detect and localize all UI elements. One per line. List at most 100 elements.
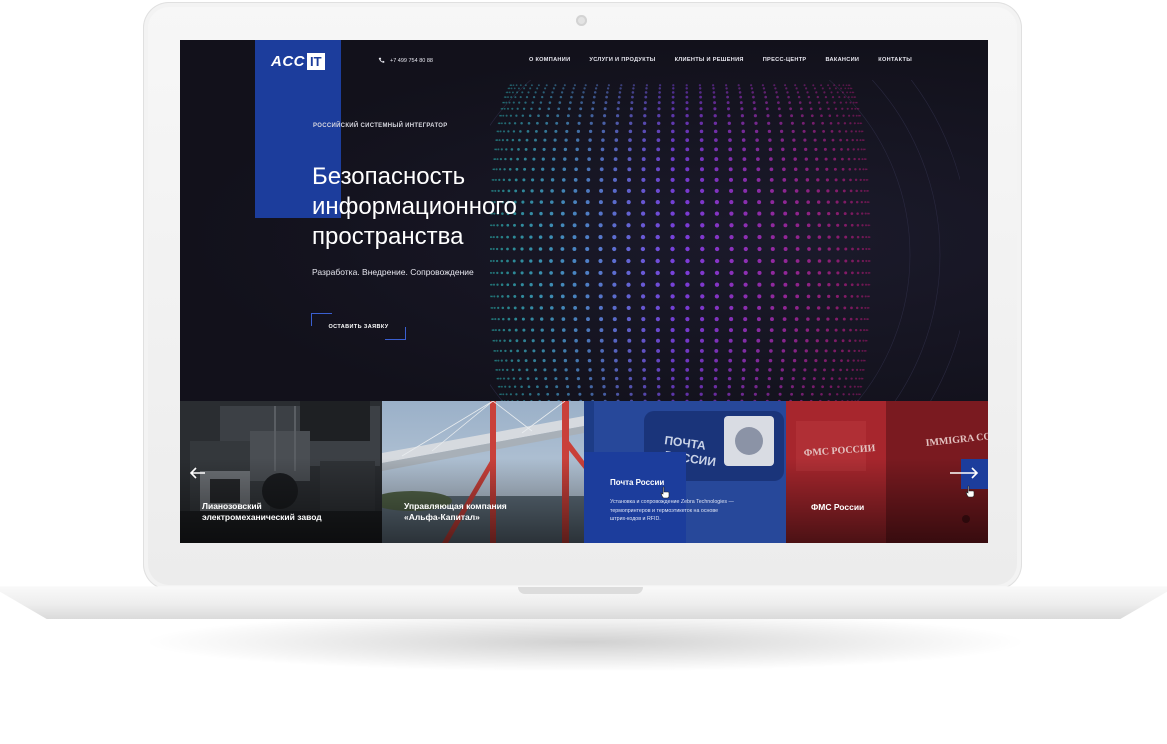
sphere-dot bbox=[863, 178, 866, 181]
sphere-dot bbox=[831, 138, 835, 142]
sphere-dot bbox=[822, 129, 826, 133]
sphere-dot bbox=[852, 148, 855, 151]
sphere-dot bbox=[825, 339, 829, 343]
sphere-dot bbox=[523, 339, 527, 343]
sphere-dot bbox=[642, 147, 646, 152]
sphere-dot bbox=[699, 368, 704, 372]
sphere-dot bbox=[511, 107, 514, 110]
sphere-dot bbox=[655, 199, 660, 205]
sphere-dot bbox=[855, 393, 858, 396]
sphere-dot bbox=[672, 84, 675, 87]
request-button[interactable]: ОСТАВИТЬ ЗАЯВКУ bbox=[311, 313, 406, 340]
arrow-left-icon[interactable] bbox=[190, 467, 206, 479]
sphere-dot bbox=[501, 139, 504, 142]
sphere-dot bbox=[572, 282, 577, 287]
sphere-dot bbox=[627, 157, 632, 162]
sphere-dot bbox=[854, 107, 857, 110]
sphere-dot bbox=[671, 114, 675, 118]
sphere-dot bbox=[835, 317, 839, 321]
sphere-dot bbox=[640, 211, 646, 216]
sphere-dot bbox=[782, 178, 787, 182]
sphere-dot bbox=[555, 385, 559, 389]
sphere-dot bbox=[849, 91, 852, 94]
sphere-dot bbox=[728, 147, 733, 152]
sphere-dot bbox=[727, 121, 731, 125]
sphere-dot bbox=[820, 84, 823, 87]
pochta-title: Почта России bbox=[610, 478, 665, 487]
sphere-dot bbox=[670, 348, 675, 353]
arrow-right-icon[interactable] bbox=[949, 467, 979, 479]
phone-link[interactable]: +7 499 754 80 88 bbox=[378, 57, 433, 64]
nav-item-about[interactable]: О КОМПАНИИ bbox=[529, 57, 570, 63]
sphere-dot bbox=[851, 96, 853, 99]
sphere-dot bbox=[792, 368, 796, 372]
sphere-dot bbox=[492, 329, 495, 332]
logo[interactable]: ACC IT bbox=[271, 52, 325, 70]
nav-item-press[interactable]: ПРЕСС-ЦЕНТР bbox=[763, 57, 807, 63]
sphere-dot bbox=[494, 318, 497, 321]
client-label-lianozovo: Лианозовский электромеханический завод bbox=[202, 501, 372, 523]
sphere-dot bbox=[491, 318, 494, 321]
sphere-dot bbox=[685, 358, 690, 363]
sphere-dot bbox=[727, 129, 732, 134]
sphere-dot bbox=[754, 385, 758, 389]
sphere-dot bbox=[776, 95, 779, 99]
sphere-dot bbox=[841, 107, 844, 110]
sphere-dot bbox=[821, 121, 824, 125]
sphere-dot bbox=[643, 101, 647, 105]
sphere-dot bbox=[714, 177, 719, 182]
sphere-dot bbox=[528, 114, 532, 117]
sphere-dot bbox=[865, 271, 868, 274]
sphere-dot bbox=[778, 392, 782, 396]
sphere-dot bbox=[844, 271, 848, 275]
sphere-dot bbox=[868, 212, 871, 215]
sphere-dot bbox=[757, 270, 762, 275]
sphere-dot bbox=[655, 177, 660, 182]
sphere-dot bbox=[849, 178, 852, 182]
sphere-dot bbox=[566, 385, 570, 389]
sphere-dot bbox=[523, 349, 527, 353]
sphere-dot bbox=[714, 199, 720, 205]
sphere-dot bbox=[500, 359, 503, 362]
sphere-dot bbox=[698, 87, 702, 90]
client-card-pochta[interactable]: ПОЧТА РОССИИ Почта России Установка и со… bbox=[584, 401, 786, 543]
sphere-dot bbox=[552, 87, 555, 90]
sphere-dot bbox=[517, 148, 520, 151]
sphere-dot bbox=[613, 177, 617, 182]
client-card-lianozovo[interactable]: Лианозовский электромеханический завод bbox=[180, 401, 382, 543]
sphere-dot bbox=[840, 87, 843, 90]
sphere-dot bbox=[823, 368, 826, 372]
sphere-dot bbox=[856, 247, 860, 251]
sphere-dot bbox=[742, 338, 747, 343]
sphere-dot bbox=[685, 167, 690, 172]
sphere-dot bbox=[757, 246, 762, 252]
client-card-alfa[interactable]: Управляющая компания «Альфа-Капитал» bbox=[382, 401, 584, 543]
sphere-dot bbox=[685, 392, 689, 396]
sphere-dot bbox=[817, 247, 822, 251]
nav-item-vacancies[interactable]: ВАКАНСИИ bbox=[825, 57, 859, 63]
sphere-dot bbox=[523, 157, 527, 161]
sphere-dot bbox=[685, 211, 690, 216]
sphere-dot bbox=[728, 138, 732, 142]
nav-item-contacts[interactable]: КОНТАКТЫ bbox=[878, 57, 912, 63]
sphere-dot bbox=[839, 138, 842, 142]
client-card-fms[interactable]: ФМС РОССИИ IMMIGRA CONTRO ФМС России bbox=[786, 401, 988, 543]
laptop-screen: ACC IT +7 499 754 80 88 О КОМПАНИИ УСЛУГ… bbox=[180, 40, 988, 543]
nav-item-clients[interactable]: КЛИЕНТЫ И РЕШЕНИЯ bbox=[675, 57, 744, 63]
sphere-dot bbox=[846, 359, 850, 362]
sphere-dot bbox=[755, 138, 759, 142]
sphere-dot bbox=[833, 157, 837, 161]
sphere-dot bbox=[699, 107, 703, 111]
sphere-dot bbox=[552, 157, 556, 161]
sphere-dot bbox=[700, 177, 705, 182]
sphere-dot bbox=[757, 200, 762, 205]
nav-item-services[interactable]: УСЛУГИ И ПРОДУКТЫ bbox=[589, 57, 655, 63]
sphere-dot bbox=[757, 282, 762, 287]
hand-cursor-icon bbox=[660, 486, 670, 499]
sphere-dot bbox=[765, 101, 768, 104]
sphere-dot bbox=[626, 200, 631, 205]
sphere-dot bbox=[868, 260, 871, 262]
sphere-dot bbox=[685, 246, 690, 252]
sphere-dot bbox=[612, 188, 617, 193]
sphere-dot bbox=[864, 224, 868, 227]
